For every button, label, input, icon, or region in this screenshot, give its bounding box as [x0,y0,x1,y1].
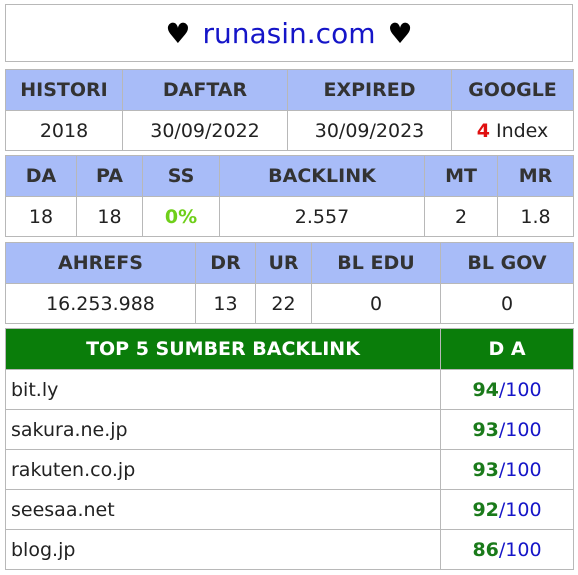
heart-icon: ♥ [165,16,191,50]
source-da: 92/100 [440,489,574,530]
header-bl-gov: BL GOV [440,242,574,284]
source-da: 93/100 [440,409,574,450]
source-domain: bit.ly [5,369,441,410]
google-index-label: Index [489,119,549,142]
table-row: rakuten.co.jp 93/100 [5,449,574,490]
da-score: 94 [472,378,499,401]
mr-value: 1.8 [497,196,574,237]
da-value: 18 [5,196,77,237]
source-da: 86/100 [440,529,574,570]
header-mr: MR [497,155,574,197]
da-score: 93 [472,458,499,481]
source-domain: seesaa.net [5,489,441,530]
da-max: /100 [498,538,542,561]
da-score: 92 [472,498,499,521]
da-max: /100 [498,458,542,481]
pa-value: 18 [76,196,143,237]
header-bl-edu: BL EDU [311,242,441,284]
source-domain: rakuten.co.jp [5,449,441,490]
da-max: /100 [498,378,542,401]
header-daftar: DAFTAR [122,69,288,111]
table-row: bit.ly 94/100 [5,369,574,410]
dr-value: 13 [195,283,256,324]
header-ss: SS [142,155,220,197]
ur-value: 22 [255,283,312,324]
header-google: GOOGLE [451,69,574,111]
table-row: seesaa.net 92/100 [5,489,574,530]
backlink-value: 2.557 [219,196,425,237]
domain-name: runasin.com [202,16,376,50]
google-index-cell: 4 Index [451,110,574,151]
history-table: HISTORI DAFTAR EXPIRED GOOGLE 2018 30/09… [5,69,574,151]
da-score: 86 [472,538,499,561]
daftar-value: 30/09/2022 [122,110,288,151]
header-dr: DR [195,242,256,284]
da-max: /100 [498,418,542,441]
table-row: sakura.ne.jp 93/100 [5,409,574,450]
header-ahrefs: AHREFS [5,242,196,284]
expired-value: 30/09/2023 [287,110,452,151]
header-backlink: BACKLINK [219,155,425,197]
mt-value: 2 [424,196,498,237]
heart-icon: ♥ [387,16,413,50]
header-mt: MT [424,155,498,197]
bl-edu-value: 0 [311,283,441,324]
google-index-count: 4 [476,119,490,142]
header-histori: HISTORI [5,69,123,111]
source-da: 94/100 [440,369,574,410]
table-row: blog.jp 86/100 [5,529,574,570]
da-max: /100 [498,498,542,521]
ss-value: 0% [142,196,220,237]
header-da: DA [5,155,77,197]
site-title: ♥ runasin.com ♥ [5,4,573,62]
ahrefs-table: AHREFS DR UR BL EDU BL GOV 16.253.988 13… [5,242,574,324]
source-domain: blog.jp [5,529,441,570]
header-pa: PA [76,155,143,197]
header-top-sources: TOP 5 SUMBER BACKLINK [5,328,441,370]
histori-value: 2018 [5,110,123,151]
da-score: 93 [472,418,499,441]
top-backlink-sources-table: TOP 5 SUMBER BACKLINK D A bit.ly 94/100 … [5,328,574,570]
header-expired: EXPIRED [287,69,452,111]
ahrefs-value: 16.253.988 [5,283,196,324]
bl-gov-value: 0 [440,283,574,324]
header-ur: UR [255,242,312,284]
metrics-table: DA PA SS BACKLINK MT MR 18 18 0% 2.557 2… [5,155,574,237]
source-da: 93/100 [440,449,574,490]
source-domain: sakura.ne.jp [5,409,441,450]
header-domain-authority: D A [440,328,574,370]
